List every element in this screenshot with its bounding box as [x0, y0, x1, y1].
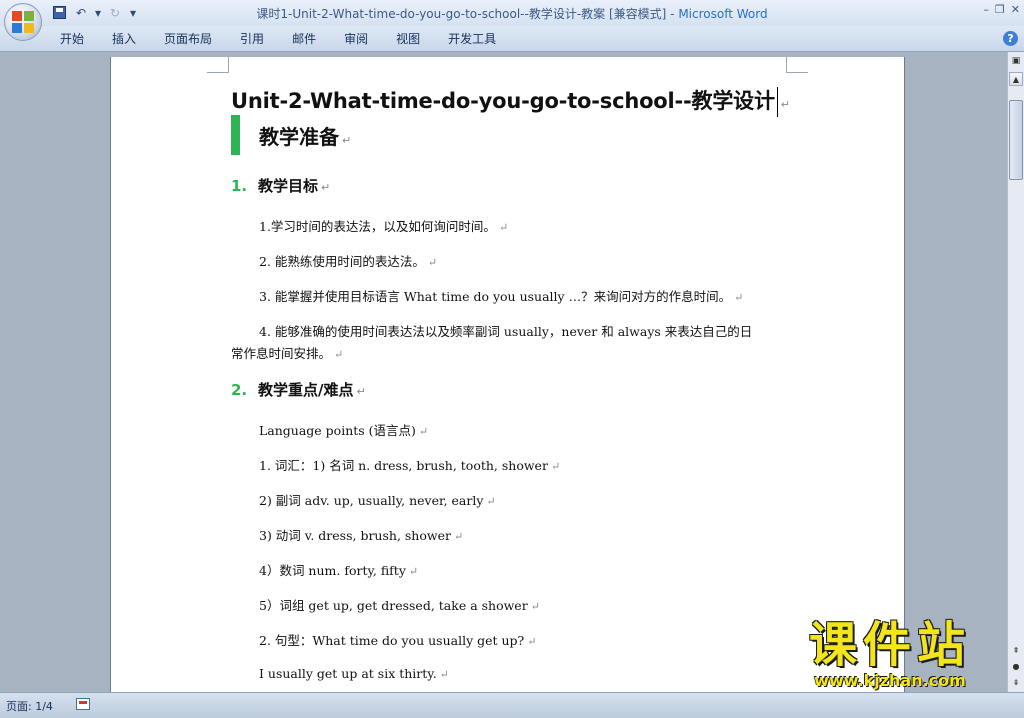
document-title: Unit-2-What-time-do-you-go-to-school--教学…	[231, 85, 790, 117]
paragraph-mark: ↵	[342, 134, 352, 147]
objective-text: 1.学习时间的表达法，以及如何询问时间。	[259, 219, 496, 234]
keypoint-text: I usually get up at six thirty.	[259, 666, 437, 681]
heading-number: 1.	[231, 177, 248, 195]
keypoint-item: 2. 句型：What time do you usually get up? ↵	[259, 630, 536, 649]
paragraph-mark: ↵	[550, 460, 561, 473]
paragraph-mark: ↵	[356, 385, 366, 398]
paragraph-mark: ↵	[530, 600, 540, 613]
keypoint-item: 5）词组 get up, get dressed, take a shower ↵	[259, 595, 540, 614]
ribbon-tabs: 开始 插入 页面布局 引用 邮件 审阅 视图 开发工具	[46, 31, 510, 48]
paragraph-mark: ↵	[334, 348, 344, 361]
section-heading: 教学准备 ↵	[259, 121, 351, 150]
text-cursor	[776, 87, 778, 117]
keypoint-item: 4）数词 num. forty, fifty ↵	[259, 560, 418, 579]
tab-insert[interactable]: 插入	[98, 31, 150, 48]
objective-item: 2. 能熟练使用时间的表达法。 ↵	[259, 251, 437, 270]
restore-button[interactable]: ❐	[995, 3, 1005, 16]
paragraph-mark: ↵	[321, 181, 331, 194]
paragraph-mark: ↵	[418, 425, 429, 438]
objective-item: 1.学习时间的表达法，以及如何询问时间。 ↵	[259, 216, 508, 235]
objective-item-continued: 常作息时间安排。 ↵	[231, 343, 343, 362]
section-heading-text: 教学准备	[259, 125, 339, 149]
keypoint-text: 4）数词 num. forty, fifty	[259, 563, 406, 578]
minimize-button[interactable]: –	[983, 3, 989, 16]
paragraph-mark: ↵	[453, 530, 464, 543]
objective-text: 常作息时间安排。	[231, 346, 332, 361]
window-controls: – ❐ ✕	[983, 3, 1020, 16]
paragraph-mark: ↵	[734, 291, 744, 304]
tab-mailings[interactable]: 邮件	[278, 31, 330, 48]
scroll-up-button[interactable]: ▲	[1009, 72, 1023, 86]
vertical-scrollbar[interactable]: ▣ ▲ ⇞ ● ⇟	[1007, 52, 1024, 692]
keypoint-text: Language points (语言点)	[259, 423, 416, 438]
watermark: 课件站 www.kjzhan.com	[770, 618, 1010, 696]
paragraph-mark: ↵	[780, 98, 790, 111]
keypoint-item: 1. 词汇：1) 名词 n. dress, brush, tooth, show…	[259, 455, 560, 474]
paragraph-mark: ↵	[486, 495, 496, 508]
office-logo-icon	[12, 11, 34, 33]
page-count[interactable]: 页面: 1/4	[6, 698, 53, 714]
watermark-brand: 课件站	[808, 617, 971, 673]
tab-page-layout[interactable]: 页面布局	[150, 31, 226, 48]
objective-item: 4. 能够准确的使用时间表达法以及频率副词 usually，never 和 al…	[259, 321, 752, 340]
next-page-button[interactable]: ⇟	[1009, 676, 1023, 690]
paragraph-mark: ↵	[408, 565, 419, 578]
keypoint-text: 2. 句型：What time do you usually get up?	[259, 633, 525, 648]
keypoint-item: 3) 动词 v. dress, brush, shower ↵	[259, 525, 463, 544]
keypoints-heading: 2. 教学重点/难点 ↵	[231, 379, 366, 400]
tab-review[interactable]: 审阅	[330, 31, 382, 48]
objectives-heading: 1. 教学目标 ↵	[231, 175, 330, 196]
objective-text: 2. 能熟练使用时间的表达法。	[259, 254, 425, 269]
paragraph-mark: ↵	[527, 635, 537, 648]
heading-number: 2.	[231, 381, 248, 399]
document-area: Unit-2-What-time-do-you-go-to-school--教学…	[0, 52, 1007, 697]
crop-mark-top-left	[207, 57, 229, 73]
close-button[interactable]: ✕	[1011, 3, 1020, 16]
crop-mark-top-right	[786, 57, 808, 73]
objective-text: 3. 能掌握并使用目标语言 What time do you usually ……	[259, 289, 732, 304]
ribbon: 开始 插入 页面布局 引用 邮件 审阅 视图 开发工具 ?	[0, 26, 1024, 52]
paragraph-mark: ↵	[498, 221, 509, 234]
office-button[interactable]	[4, 3, 42, 41]
objective-item: 3. 能掌握并使用目标语言 What time do you usually ……	[259, 286, 743, 305]
paragraph-mark: ↵	[427, 256, 438, 269]
tab-references[interactable]: 引用	[226, 31, 278, 48]
help-icon[interactable]: ?	[1003, 31, 1018, 46]
tab-home[interactable]: 开始	[46, 31, 98, 48]
keypoint-text: 5）词组 get up, get dressed, take a shower	[259, 598, 528, 613]
paragraph-mark: ↵	[439, 668, 449, 681]
document-name: 课时1-Unit-2-What-time-do-you-go-to-school…	[256, 7, 679, 21]
keypoint-text: 3) 动词 v. dress, brush, shower	[259, 528, 451, 543]
previous-page-button[interactable]: ⇞	[1009, 644, 1023, 658]
heading-text: 教学目标	[258, 177, 319, 195]
document-page[interactable]: Unit-2-What-time-do-you-go-to-school--教学…	[110, 57, 905, 697]
section-heading-bar	[231, 115, 240, 155]
app-name: Microsoft Word	[678, 7, 768, 21]
ruler-toggle-icon[interactable]: ▣	[1009, 54, 1023, 68]
scroll-thumb[interactable]	[1009, 100, 1023, 180]
keypoint-item: 2) 副词 adv. up, usually, never, early ↵	[259, 490, 496, 509]
window-title: 课时1-Unit-2-What-time-do-you-go-to-school…	[0, 5, 1024, 22]
keypoint-text: 1. 词汇：1) 名词 n. dress, brush, tooth, show…	[259, 458, 548, 473]
browse-object-button[interactable]: ●	[1009, 660, 1023, 674]
keypoint-item: I usually get up at six thirty. ↵	[259, 666, 449, 681]
document-title-text: Unit-2-What-time-do-you-go-to-school--教学…	[231, 89, 775, 113]
tab-view[interactable]: 视图	[382, 31, 434, 48]
keypoint-text: 2) 副词 adv. up, usually, never, early	[259, 493, 484, 508]
objective-text: 4. 能够准确的使用时间表达法以及频率副词 usually，never 和 al…	[259, 324, 753, 339]
tab-developer[interactable]: 开发工具	[434, 31, 510, 48]
heading-text: 教学重点/难点	[258, 381, 354, 399]
title-bar: ↶ ▾ ↻ ▾ 课时1-Unit-2-What-time-do-you-go-t…	[0, 0, 1024, 26]
watermark-url: www.kjzhan.com	[814, 671, 966, 690]
proofing-icon[interactable]	[76, 698, 90, 710]
keypoint-item: Language points (语言点) ↵	[259, 420, 428, 439]
